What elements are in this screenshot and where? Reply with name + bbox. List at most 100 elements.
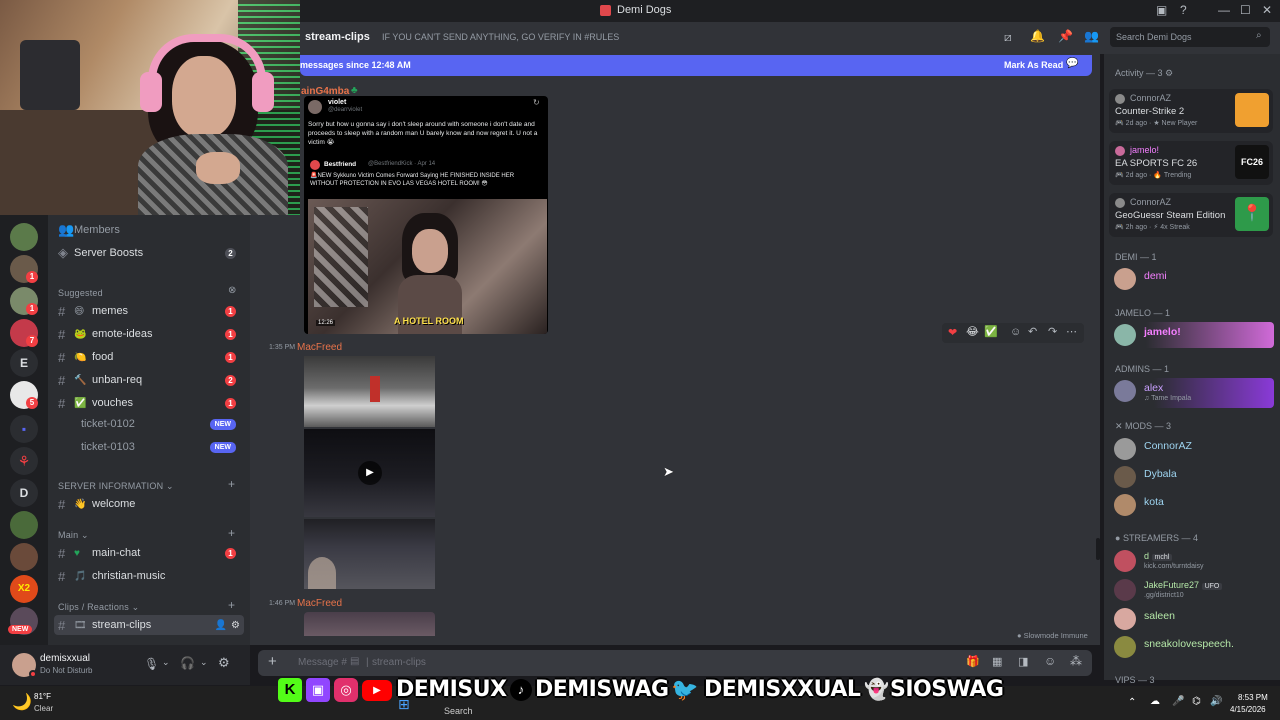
cloud-icon[interactable]: ☁ (1150, 696, 1160, 707)
microphone-icon[interactable]: 🎙 (144, 657, 159, 671)
search-input[interactable]: Search Demi Dogs ⌕ (1110, 27, 1270, 47)
mark-as-read-button[interactable]: Mark As Read (1004, 60, 1063, 70)
member-item[interactable]: sneakolovespeech. (1114, 634, 1274, 660)
clip-image[interactable] (304, 356, 435, 427)
forward-icon[interactable]: ↷ (1048, 325, 1057, 338)
channel-emote-ideas[interactable]: # 🐸 emote-ideas 1 (54, 324, 244, 344)
folder-icon[interactable]: ▪ (10, 415, 38, 443)
message-composer[interactable]: + Message # ▤ | stream-clips 🎁 ▦ ◨ ☺ ⁂ (258, 650, 1092, 676)
tray-chevron-icon[interactable]: ⌃ (1128, 697, 1136, 708)
taskbar-search[interactable]: Search (444, 706, 473, 716)
clip-video[interactable]: ▶ (304, 429, 435, 517)
server-icon[interactable]: ⚘ (10, 447, 38, 475)
sticker-icon[interactable]: ◨ (1018, 655, 1028, 668)
pin-icon[interactable]: 📌 (1058, 29, 1073, 43)
message-author[interactable]: MacFreed (297, 342, 342, 353)
message-author[interactable]: MacFreed (297, 598, 342, 609)
channel-ticket[interactable]: ticket-0103 NEW (54, 437, 244, 457)
channel-ticket[interactable]: ticket-0102 NEW (54, 414, 244, 434)
threads-icon[interactable]: ⧄ (1004, 30, 1012, 45)
video-thumbnail[interactable]: A HOTEL ROOM 12:26 (308, 199, 547, 334)
main-category[interactable]: Main ⌄ (58, 530, 89, 541)
inbox-icon[interactable]: ▣ (1156, 3, 1167, 17)
tweet-embed[interactable]: violet @dearrviolet ↻ Sorry but how u go… (304, 96, 548, 334)
chevron-down-icon[interactable]: ⌄ (200, 657, 208, 668)
check-reaction-icon[interactable]: ✅ (984, 325, 998, 338)
server-icon[interactable] (10, 543, 38, 571)
chevron-down-icon[interactable]: ⌄ (162, 657, 170, 668)
clock-date: 4/15/2026 (1230, 705, 1266, 714)
channel-stream-clips[interactable]: # 🎞 stream-clips 👤 ⚙ (54, 615, 244, 635)
member-item[interactable]: JakeFuture27 UFO .gg/district10 (1114, 577, 1274, 605)
gif-icon[interactable]: ▦ (992, 655, 1002, 668)
heart-reaction-icon[interactable]: ❤ (948, 326, 957, 339)
server-icon[interactable]: E (10, 349, 38, 377)
channel-welcome[interactable]: # 👋 welcome (54, 494, 244, 514)
server-icon[interactable]: X2 (10, 575, 38, 603)
clip-image-2[interactable] (304, 519, 435, 589)
member-item[interactable]: jamelo! (1114, 322, 1274, 348)
server-info-category[interactable]: SERVER INFORMATION ⌄ (58, 481, 174, 492)
user-settings-icon[interactable]: ⚙ (218, 655, 230, 671)
minimize-icon[interactable]: — (1218, 3, 1230, 17)
add-channel-icon[interactable]: + (228, 526, 235, 540)
clip-image-3[interactable] (304, 612, 435, 636)
member-item[interactable]: Dybala (1114, 464, 1274, 490)
maximize-icon[interactable]: ☐ (1240, 3, 1251, 17)
member-item[interactable]: kota (1114, 492, 1274, 518)
emoji-icon[interactable]: ☺ (1044, 654, 1056, 668)
server-boosts-link[interactable]: ◈ Server Boosts 2 (54, 243, 244, 263)
suggested-category[interactable]: Suggested (58, 288, 103, 298)
volume-icon[interactable]: 🔊 (1210, 696, 1222, 707)
channel-food[interactable]: # 🍋 food 1 (54, 347, 244, 367)
refresh-icon[interactable]: ↻ (533, 98, 540, 107)
server-icon[interactable] (10, 511, 38, 539)
username[interactable]: demisxxual (40, 653, 90, 664)
network-icon[interactable]: ⌬ (1192, 696, 1201, 707)
channel-name: stream-clips (305, 31, 370, 43)
member-item[interactable]: alex ♫ Tame Impala (1114, 378, 1274, 408)
search-placeholder: Search Demi Dogs (1116, 32, 1192, 42)
activity-card[interactable]: jamelo! EA SPORTS FC 26 🎮 2d ago · 🔥 Tre… (1109, 141, 1273, 185)
add-channel-icon[interactable]: + (228, 598, 235, 612)
role-category: VIPS — 3 (1115, 675, 1155, 685)
settings-icon[interactable]: ⚙ (231, 620, 240, 631)
member-item[interactable]: ConnorAZ (1114, 436, 1274, 462)
chat-scrollbar[interactable] (1096, 538, 1100, 560)
clips-category[interactable]: Clips / Reactions ⌄ (58, 602, 139, 613)
new-messages-bar[interactable]: messages since 12:48 AM Mark As Read 💬 (300, 55, 1092, 76)
poster-wall (314, 207, 368, 307)
activity-card[interactable]: ConnorAZ GeoGuessr Steam Edition 🎮 2h ag… (1109, 193, 1273, 237)
close-icon[interactable]: ✕ (1262, 3, 1272, 17)
hash-icon: # (58, 326, 66, 342)
add-channel-icon[interactable]: + (228, 477, 235, 491)
apps-icon[interactable]: ⁂ (1070, 654, 1082, 668)
server-icon[interactable] (10, 223, 38, 251)
member-item[interactable]: demi (1114, 266, 1274, 292)
mic-tray-icon[interactable]: 🎤 (1172, 696, 1184, 707)
members-link[interactable]: 👥 Members (54, 220, 244, 240)
add-reaction-icon[interactable]: ☺ (1010, 326, 1021, 338)
play-icon[interactable]: ▶ (358, 461, 382, 485)
member-item[interactable]: saleen (1114, 606, 1274, 632)
member-list-icon[interactable]: 👥 (1084, 29, 1099, 43)
help-icon[interactable]: ? (1180, 3, 1187, 17)
add-attachment-icon[interactable]: + (268, 653, 277, 670)
headphones-icon[interactable]: 🎧 (180, 656, 195, 670)
channel-christian-music[interactable]: # 🎵 christian-music (54, 566, 244, 586)
channel-memes[interactable]: # 😄 memes 1 (54, 301, 244, 321)
gift-icon[interactable]: 🎁 (966, 655, 980, 668)
bell-icon[interactable]: 🔔 (1030, 29, 1045, 43)
member-item[interactable]: d mchl kick.com/turntdaisy (1114, 548, 1274, 576)
avatar (1114, 550, 1136, 572)
more-icon[interactable]: ⋯ (1066, 325, 1077, 338)
channel-unban-req[interactable]: # 🔨 unban-req 2 (54, 370, 244, 390)
server-icon[interactable]: D (10, 479, 38, 507)
activity-card[interactable]: ConnorAZ Counter-Strike 2 🎮 2d ago · ★ N… (1109, 89, 1273, 133)
dismiss-suggested-icon[interactable]: ⊗ (228, 285, 236, 296)
laugh-reaction-icon[interactable]: 😂 (966, 325, 979, 338)
channel-main-chat[interactable]: # ♥ main-chat 1 (54, 543, 244, 563)
invite-icon[interactable]: 👤 (215, 620, 227, 631)
reply-icon[interactable]: ↶ (1028, 325, 1037, 338)
channel-vouches[interactable]: # ✅ vouches 1 (54, 393, 244, 413)
